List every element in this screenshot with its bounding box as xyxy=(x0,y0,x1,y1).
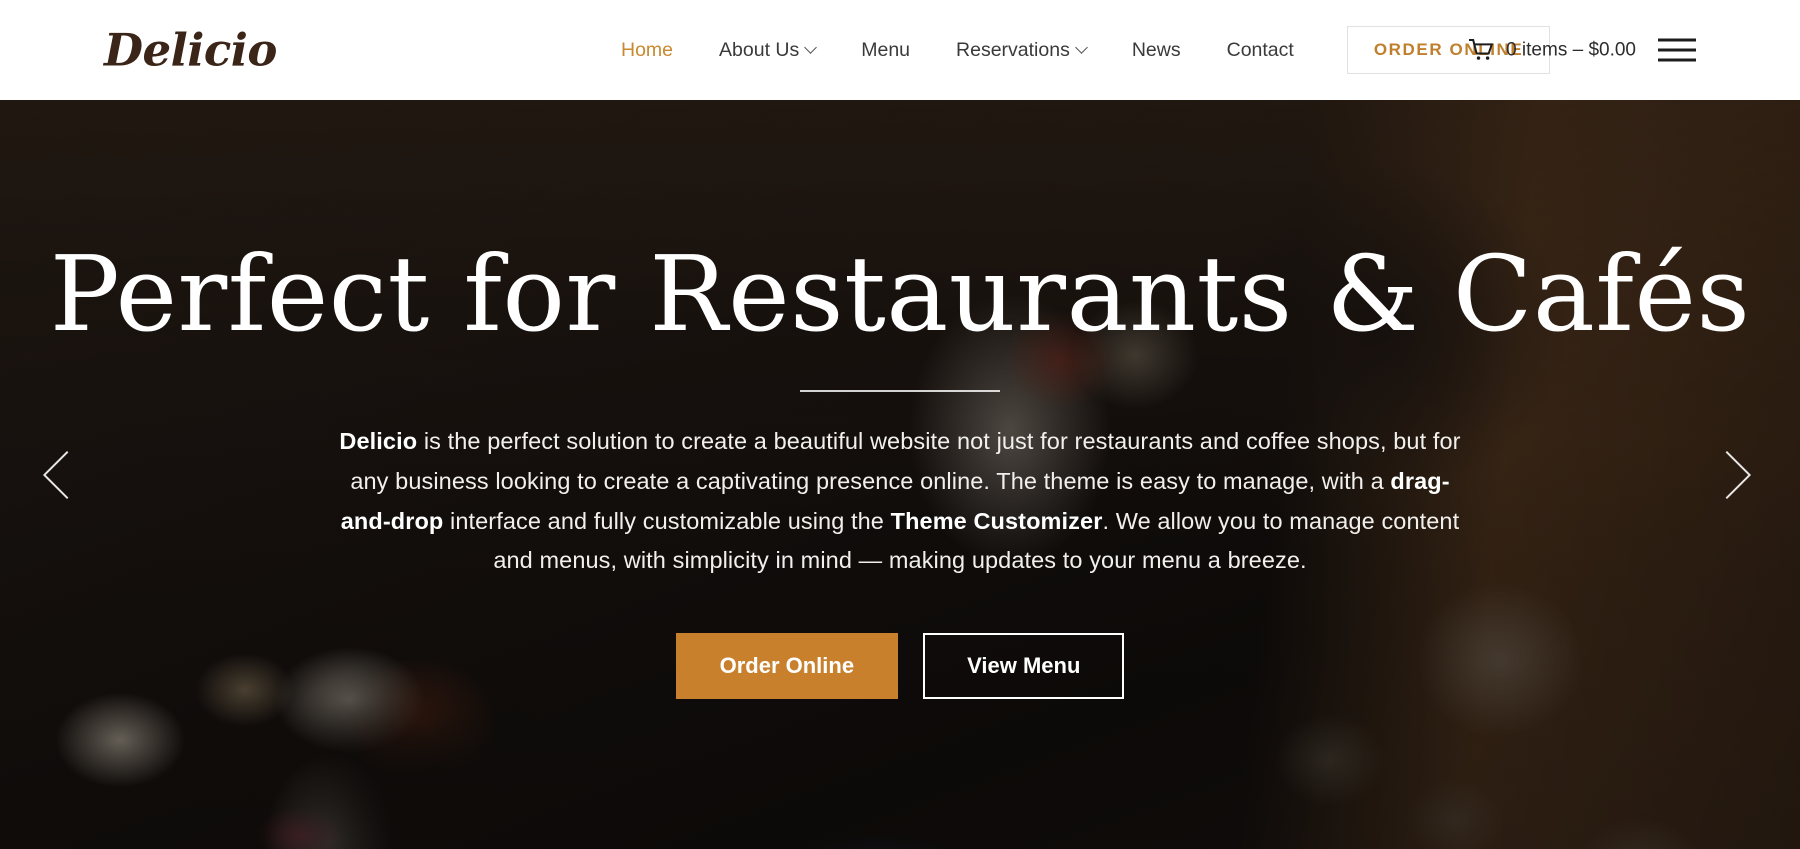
hero-slider: Perfect for Restaurants & Cafés Delicio … xyxy=(0,100,1800,849)
nav-item-menu[interactable]: Menu xyxy=(838,39,933,62)
nav-item-news[interactable]: News xyxy=(1109,39,1204,62)
carousel-next-button[interactable] xyxy=(1702,449,1760,501)
hero-content: Perfect for Restaurants & Cafés Delicio … xyxy=(0,100,1800,849)
primary-navigation: Home About Us Menu Reservations News Con… xyxy=(598,26,1551,74)
cart-summary-text: 0 items – $0.00 xyxy=(1506,39,1636,60)
hero-title: Perfect for Restaurants & Cafés xyxy=(49,233,1751,355)
nav-item-label: About Us xyxy=(719,38,800,61)
nav-item-label: Home xyxy=(621,38,674,61)
hero-description-emphasis: Delicio xyxy=(339,428,418,455)
nav-item-reservations[interactable]: Reservations xyxy=(933,39,1109,62)
hero-view-menu-button[interactable]: View Menu xyxy=(923,633,1125,699)
hamburger-menu-icon[interactable] xyxy=(1658,38,1696,62)
hamburger-bar xyxy=(1658,38,1696,42)
nav-item-contact[interactable]: Contact xyxy=(1204,39,1317,62)
hero-description: Delicio is the perfect solution to creat… xyxy=(339,428,1461,574)
chevron-down-icon xyxy=(804,40,818,54)
hero-description-emphasis: Theme Customizer xyxy=(890,507,1103,534)
nav-item-label: Contact xyxy=(1226,38,1294,61)
header-cart-area: 0 items – $0.00 xyxy=(1469,38,1696,62)
nav-item-label: News xyxy=(1131,38,1181,61)
hamburger-bar xyxy=(1658,48,1696,52)
hero-divider xyxy=(800,390,1000,393)
nav-item-label: Reservations xyxy=(956,38,1070,61)
cart-link[interactable]: 0 items – $0.00 xyxy=(1469,39,1636,62)
hero-order-online-button[interactable]: Order Online xyxy=(675,633,899,699)
shopping-cart-icon xyxy=(1469,39,1494,60)
hamburger-bar xyxy=(1658,58,1696,62)
carousel-prev-button[interactable] xyxy=(40,449,92,501)
chevron-down-icon xyxy=(1074,40,1088,54)
site-logo[interactable]: Delicio xyxy=(104,28,277,73)
nav-item-home[interactable]: Home xyxy=(598,39,696,62)
chevron-right-icon xyxy=(1702,450,1752,499)
nav-item-about-us[interactable]: About Us xyxy=(696,39,838,62)
chevron-left-icon xyxy=(42,450,92,499)
nav-item-label: Menu xyxy=(861,38,911,61)
hero-action-buttons: Order Online View Menu xyxy=(675,633,1125,699)
site-header: Delicio Home About Us Menu Reservations … xyxy=(0,0,1800,100)
